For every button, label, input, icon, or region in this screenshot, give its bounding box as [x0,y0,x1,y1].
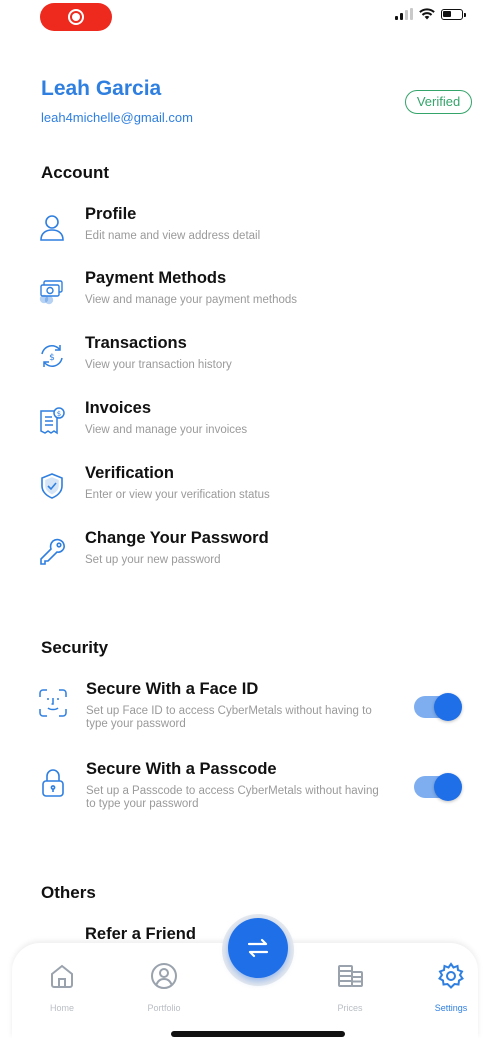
swap-action-button[interactable] [228,918,288,978]
prices-icon [335,961,365,991]
screen-recording-indicator[interactable] [40,3,112,31]
gear-icon [436,961,466,991]
security-item-face-id: Secure With a Face ID Set up Face ID to … [36,680,466,750]
menu-item-subtitle: View and manage your invoices [85,424,248,436]
menu-item-payment-methods[interactable]: Payment Methods View and manage your pay… [36,269,456,321]
user-icon [36,211,68,243]
verified-badge: Verified [405,90,472,114]
status-icons [395,8,466,20]
tab-home[interactable]: Home [27,961,97,1013]
menu-item-profile[interactable]: Profile Edit name and view address detai… [36,205,456,257]
menu-item-subtitle: Set up your new password [85,554,221,566]
passcode-toggle[interactable] [414,773,462,801]
exchange-icon: $ [36,340,68,372]
security-item-passcode: Secure With a Passcode Set up a Passcode… [36,760,466,830]
security-item-subtitle: Set up a Passcode to access CyberMetals … [86,785,379,810]
home-icon [47,961,77,991]
shield-check-icon [36,470,68,502]
signal-icon [395,8,413,20]
section-title-account: Account [41,163,109,182]
menu-item-title: Change Your Password [85,529,269,547]
security-item-title: Secure With a Passcode [86,760,277,778]
face-id-toggle[interactable] [414,693,462,721]
security-item-title: Secure With a Face ID [86,680,259,698]
tab-prices[interactable]: Prices [315,961,385,1013]
menu-item-subtitle: Edit name and view address detail [85,230,261,242]
menu-item-title: Invoices [85,399,152,417]
tab-portfolio[interactable]: Portfolio [129,961,199,1013]
menu-item-change-password[interactable]: Change Your Password Set up your new pas… [36,529,456,581]
menu-item-invoices[interactable]: $ Invoices View and manage your invoices [36,399,456,451]
swap-arrows-icon [247,938,269,958]
menu-item-transactions[interactable]: $ Transactions View your transaction his… [36,334,456,386]
menu-item-title: Payment Methods [85,269,227,287]
face-id-icon [36,686,70,720]
svg-text:$: $ [57,410,61,418]
menu-item-verification[interactable]: Verification Enter or view your verifica… [36,464,456,516]
status-bar [0,0,489,34]
tab-label: Portfolio [147,1003,181,1013]
menu-item-title: Profile [85,205,137,223]
user-email: leah4michelle@gmail.com [41,110,193,125]
menu-item-refer-a-friend[interactable]: Refer a Friend [85,925,196,944]
key-icon [36,535,68,567]
invoice-icon: $ [36,405,68,437]
lock-icon [36,766,70,800]
wifi-icon [419,8,435,20]
tab-settings[interactable]: Settings [416,961,486,1013]
menu-item-subtitle: Enter or view your verification status [85,489,270,501]
menu-item-subtitle: View and manage your payment methods [85,294,298,306]
cash-icon [36,275,68,307]
battery-icon [441,8,466,20]
home-indicator [171,1031,345,1037]
section-title-security: Security [41,638,109,657]
security-item-subtitle: Set up Face ID to access CyberMetals wit… [86,705,372,730]
section-title-others: Others [41,883,96,902]
tab-label: Settings [434,1003,468,1013]
menu-item-title: Verification [85,464,174,482]
menu-item-subtitle: View your transaction history [85,359,232,371]
menu-item-title: Transactions [85,334,187,352]
tab-label: Home [49,1003,74,1013]
tab-label: Prices [337,1003,363,1013]
user-name: Leah Garcia [41,77,162,100]
portfolio-icon [149,961,179,991]
svg-text:$: $ [49,353,55,363]
